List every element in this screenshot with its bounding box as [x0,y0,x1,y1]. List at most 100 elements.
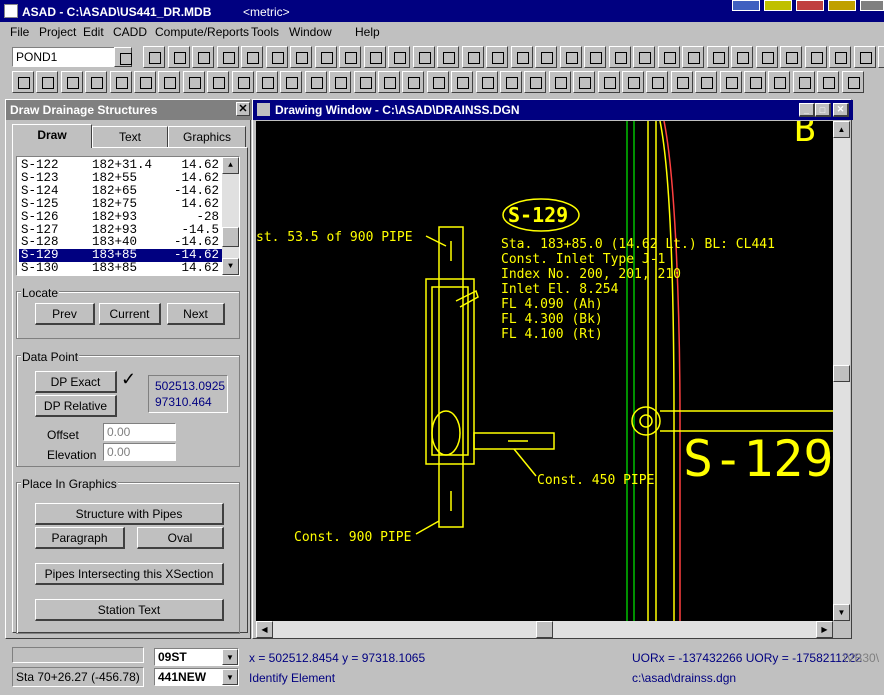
toolbar-tool-icon[interactable] [755,46,778,68]
toolbar-tool-icon[interactable] [241,46,263,68]
list-item[interactable]: S-126 182+93 -28 [19,210,223,224]
tray-icon-w[interactable] [764,0,792,11]
toolbar-tool-icon[interactable] [853,46,876,68]
list-item[interactable]: S-129 183+85 -14.62 [19,249,223,263]
toolbar-tool-icon[interactable] [706,46,729,68]
list-item[interactable]: S-128 183+40 -14.62 [19,236,223,249]
toolbar-tool-icon[interactable] [85,71,108,93]
scroll-up-icon[interactable]: ▲ [833,121,850,138]
dp-relative-button[interactable]: DP Relative [35,395,117,417]
toolbar-tool-icon[interactable] [339,46,361,68]
toolbar-tool-icon[interactable] [768,71,791,93]
toolbar-tool-icon[interactable] [510,46,533,68]
toolbar-tool-icon[interactable] [633,46,655,68]
toolbar-tool-icon[interactable] [817,71,840,93]
toolbar-tool-icon[interactable] [657,46,680,68]
station-text-button[interactable]: Station Text [35,599,224,621]
next-button[interactable]: Next [167,303,225,325]
toolbar-tool-icon[interactable] [290,46,312,68]
cad-canvas[interactable]: S-129 Sta. 183+85.0 (14.62 Lt.) BL: CL44… [256,121,833,621]
prev-button[interactable]: Prev [35,303,95,325]
layer-combo[interactable]: 09ST ▼ [154,648,239,666]
toolbar-tool-icon[interactable] [280,71,303,93]
scroll-thumb[interactable] [222,227,239,247]
chevron-down-icon[interactable]: ▼ [222,669,238,685]
list-item[interactable]: S-124 182+65 -14.62 [19,184,223,198]
list-item[interactable]: S-130 183+85 14.62 [19,262,223,275]
app-title-bar[interactable]: ASAD - C:\ASAD\US441_DR.MDB <metric> [0,0,884,22]
toolbar-tool-icon[interactable] [622,71,644,93]
menu-help[interactable]: Help [355,25,380,39]
list-item[interactable]: S-122 182+31.4 14.62 [19,159,223,172]
tray-icon-b[interactable] [796,0,824,11]
list-item[interactable]: S-123 182+55 14.62 [19,172,223,185]
toolbar-tool-icon[interactable] [402,71,425,93]
toolbar-tool-icon[interactable] [559,46,582,68]
maximize-icon[interactable]: □ [815,103,831,117]
toolbar-tool-icon[interactable] [426,71,449,93]
toolbar-tool-icon[interactable] [524,71,547,93]
toolbar-tool-icon[interactable] [573,71,596,93]
toolbar-tool-icon[interactable] [231,71,254,93]
toolbar-tool-icon[interactable] [167,46,190,68]
tab-draw[interactable]: Draw [12,124,92,148]
tray-icon-a[interactable] [732,0,760,11]
toolbar-tool-icon[interactable] [451,71,474,93]
toolbar-tool-icon[interactable] [412,46,435,68]
toolbar-tool-icon[interactable] [134,71,156,93]
toolbar-tool-icon[interactable] [36,71,59,93]
scroll-thumb[interactable] [833,365,850,382]
toolbar-tool-icon[interactable] [388,46,410,68]
tab-graphics[interactable]: Graphics [168,126,246,148]
toolbar-tool-icon[interactable] [378,71,400,93]
menu-tools[interactable]: Tools [251,25,279,39]
toolbar-tool-icon[interactable] [878,46,884,68]
toolbar-tool-icon[interactable] [744,71,766,93]
tray-icon-c[interactable] [828,0,856,11]
disk-icon[interactable] [114,47,132,67]
toolbar-tool-icon[interactable] [695,71,718,93]
toolbar-tool-icon[interactable] [486,46,508,68]
scroll-left-icon[interactable]: ◀ [256,621,273,638]
list-item[interactable]: S-125 182+75 14.62 [19,197,223,211]
close-icon[interactable]: ✕ [833,103,849,117]
toolbar-tool-icon[interactable] [60,71,83,93]
menu-compute-reports[interactable]: Compute/Reports [155,25,249,39]
oval-button[interactable]: Oval [137,527,224,549]
scroll-thumb[interactable] [536,621,553,638]
toolbar-tool-icon[interactable] [437,46,459,68]
menu-window[interactable]: Window [289,25,332,39]
toolbar-tool-icon[interactable] [109,71,132,93]
toolbar-tool-icon[interactable] [682,46,704,68]
toolbar-tool-icon[interactable] [304,71,327,93]
toolbar-tool-icon[interactable] [363,46,386,68]
toolbar-tool-icon[interactable] [731,46,753,68]
window-icon[interactable] [257,103,270,116]
toolbar-tool-icon[interactable] [265,46,288,68]
panel-title-bar[interactable]: Draw Drainage Structures ✕ [6,100,252,120]
toolbar-tool-icon[interactable] [256,71,278,93]
app-icon[interactable] [4,4,18,18]
current-button[interactable]: Current [99,303,161,325]
toolbar-tool-icon[interactable] [841,71,864,93]
toolbar-tool-icon[interactable] [548,71,571,93]
toolbar-tool-icon[interactable] [535,46,557,68]
toolbar-tool-icon[interactable] [329,71,352,93]
structure-with-pipes-button[interactable]: Structure with Pipes [35,503,224,525]
toolbar-tool-icon[interactable] [475,71,498,93]
toolbar-tool-icon[interactable] [314,46,337,68]
toolbar-tool-icon[interactable] [829,46,851,68]
toolbar-tool-icon[interactable] [584,46,606,68]
toolbar-tool-icon[interactable] [182,71,205,93]
chevron-down-icon[interactable]: ▼ [222,649,238,665]
drawing-vscroll[interactable]: ▲ ▼ [833,121,850,621]
scroll-right-icon[interactable]: ▶ [816,621,833,638]
dp-exact-button[interactable]: DP Exact [35,371,117,393]
scroll-down-icon[interactable]: ▼ [833,604,850,621]
offset-field[interactable]: 0.00 [103,423,176,441]
scroll-down-icon[interactable]: ▼ [222,258,239,275]
toolbar-tool-icon[interactable] [608,46,631,68]
structure-list[interactable]: S-122 182+31.4 14.62 S-123 182+55 14.62 S-124 1… [16,156,240,276]
close-icon[interactable]: ✕ [236,102,250,116]
toolbar-tool-icon[interactable] [12,71,34,93]
